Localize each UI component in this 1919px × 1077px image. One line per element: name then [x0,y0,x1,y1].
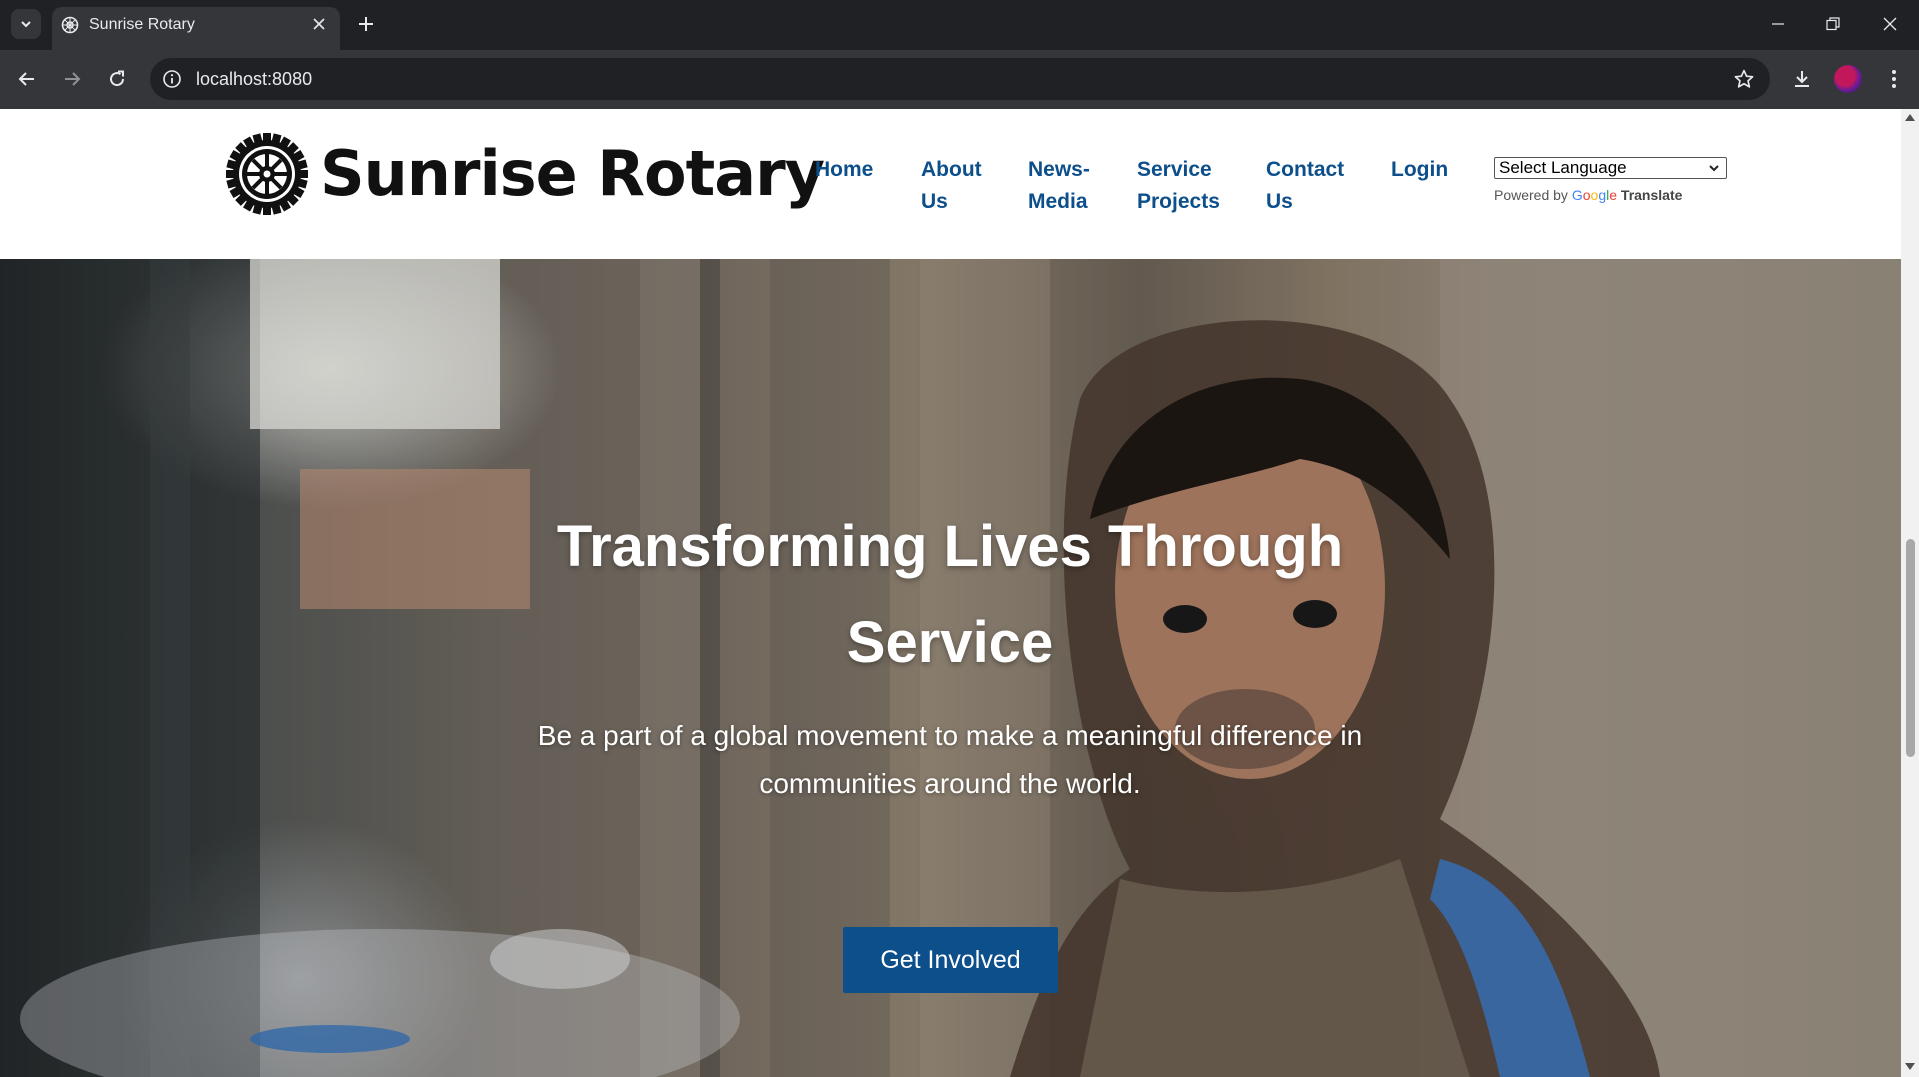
browser-tab-bar: Sunrise Rotary [0,0,1919,50]
nav-about-us[interactable]: About Us [921,154,982,218]
tab-title: Sunrise Rotary [89,16,195,33]
page-scrollbar[interactable] [1901,109,1919,1077]
nav-contact-us-label-1: Contact [1266,158,1345,181]
address-bar[interactable]: localhost:8080 [150,58,1770,100]
hero-subtitle: Be a part of a global movement to make a… [450,712,1450,808]
bookmark-star-button[interactable] [1732,67,1756,91]
new-tab-button[interactable] [352,10,380,38]
get-involved-button[interactable]: Get Involved [843,927,1058,993]
hero-title: Transforming Lives Through Service [450,499,1450,691]
arrow-right-icon [65,72,81,86]
nav-service-projects[interactable]: Service Projects [1137,154,1220,218]
kebab-menu-icon [1892,70,1896,88]
nav-about-us-label-2: Us [921,190,948,213]
hero-subtitle-line-1: Be a part of a global movement to make a… [537,720,1363,751]
nav-service-projects-label-2: Projects [1137,190,1220,213]
close-window-button[interactable] [1870,8,1910,40]
hero-title-line-1: Transforming Lives Through [556,514,1344,579]
scroll-up-arrow-icon[interactable] [1905,114,1915,121]
tab-close-button[interactable] [308,13,330,35]
nav-home[interactable]: Home [815,154,873,186]
close-icon [313,18,325,30]
nav-login[interactable]: Login [1391,154,1448,186]
site-header: Sunrise Rotary Home About Us News- Media… [0,109,1901,259]
nav-news-media-label-1: News- [1028,158,1090,181]
google-logo-text[interactable]: Google [1572,187,1617,203]
browser-toolbar: localhost:8080 [0,50,1919,109]
nav-service-projects-label-1: Service [1137,158,1212,181]
language-select-value: Select Language [1499,158,1627,177]
close-icon [1883,17,1897,31]
scroll-down-arrow-icon[interactable] [1905,1063,1915,1070]
scrollbar-thumb[interactable] [1906,539,1915,757]
profile-avatar[interactable] [1834,65,1862,93]
tab-list-button[interactable] [11,9,41,39]
nav-contact-us-label-2: Us [1266,190,1293,213]
google-translate-attribution: Powered by Google Translate [1494,187,1682,203]
page-viewport: Sunrise Rotary Home About Us News- Media… [0,109,1901,1077]
hero-subtitle-line-2: communities around the world. [759,768,1141,799]
restore-icon [1826,17,1840,31]
powered-by-text: Powered by [1494,187,1568,203]
star-icon [1734,69,1754,88]
nav-about-us-label-1: About [921,158,982,181]
hero-section: Transforming Lives Through Service Be a … [0,259,1901,1077]
downloads-button[interactable] [1786,63,1818,95]
download-icon [1795,71,1809,87]
site-logo-text[interactable]: Sunrise Rotary [320,138,825,210]
info-icon[interactable] [160,67,184,91]
url-text[interactable]: localhost:8080 [196,69,312,89]
arrow-left-icon [18,72,34,86]
nav-contact-us[interactable]: Contact Us [1266,154,1344,218]
translate-link[interactable]: Translate [1621,187,1682,203]
chevron-down-icon [1709,165,1719,172]
minimize-button[interactable] [1758,8,1798,40]
chevron-down-icon [21,21,31,28]
forward-button[interactable] [56,63,88,95]
restore-button[interactable] [1813,8,1853,40]
nav-home-label: Home [815,158,874,181]
minimize-icon [1772,23,1784,25]
browser-menu-button[interactable] [1878,63,1910,95]
back-button[interactable] [11,63,43,95]
nav-news-media-label-2: Media [1028,190,1088,213]
plus-icon [359,17,373,31]
nav-news-media[interactable]: News- Media [1028,154,1090,218]
rotary-wheel-icon[interactable] [226,133,308,215]
reload-button[interactable] [101,63,133,95]
rotary-wheel-icon [61,16,79,34]
language-select[interactable]: Select Language [1494,157,1727,179]
hero-title-line-2: Service [846,610,1054,675]
browser-tab[interactable]: Sunrise Rotary [52,7,340,50]
nav-login-label: Login [1391,158,1449,181]
reload-icon [110,70,125,87]
